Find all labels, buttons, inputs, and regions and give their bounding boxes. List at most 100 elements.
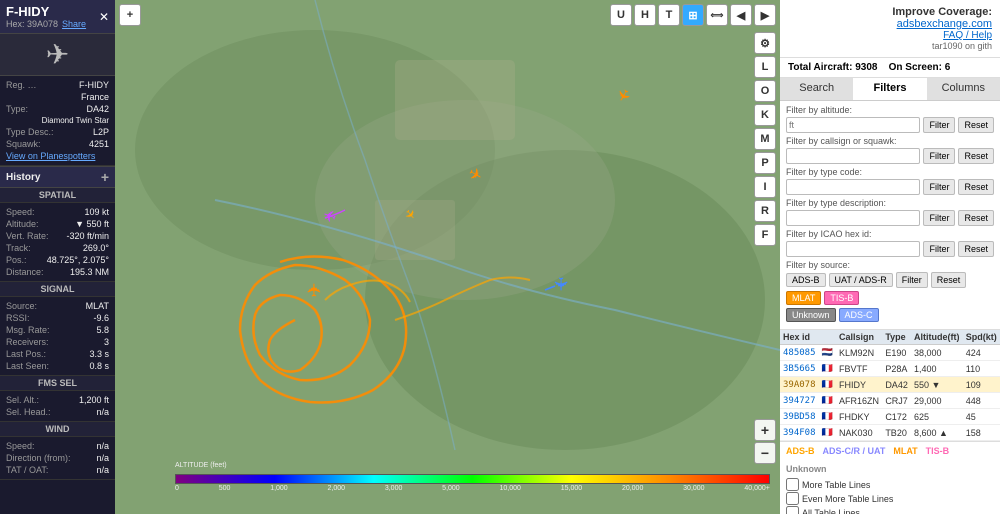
right-arrow-button[interactable]: ▶ [754,4,776,26]
r-button[interactable]: R [754,200,776,222]
all-lines-check[interactable] [786,506,799,514]
cell-callsign: NAK030 [836,425,882,441]
aircraft-orange3-icon[interactable]: ✈ [611,84,635,106]
l-button[interactable]: L [754,56,776,78]
wind-dir-value: n/a [96,453,109,463]
faq-link[interactable]: FAQ / Help [892,30,992,41]
left-panel: F-HIDY Hex: 39A078 Share ✕ ✈ Reg. … F-HI… [0,0,115,514]
icao-filter-input[interactable] [786,241,920,257]
map-area[interactable]: ✈ ✈ ✈ ✈ ✈ ✈ + U H T ⊞ ⟺ ◀ ▶ ⚙ L O K M P … [115,0,780,514]
callsign-filter-button[interactable]: Filter [923,148,955,164]
type-code-reset-button[interactable]: Reset [958,179,994,195]
aircraft-orange2-icon[interactable]: ✈ [464,163,486,187]
planespotters-link[interactable]: View on Planespotters [6,151,95,161]
h-button[interactable]: H [634,4,656,26]
receivers-label: Receivers: [6,337,49,347]
more-lines-checkbox[interactable]: More Table Lines [786,478,994,491]
history-add-button[interactable]: + [101,170,109,184]
aircraft-blue-icon[interactable]: ✈ [550,276,571,291]
aircraft-hex: Hex: 39A078 [6,19,58,29]
adsc-chip[interactable]: ADS-C [839,308,879,322]
uat-source-chip[interactable]: UAT / ADS-R [829,273,893,287]
unknown-chip[interactable]: Unknown [786,308,836,322]
msg-rate-value: 5.8 [96,325,109,335]
even-more-lines-check[interactable] [786,492,799,505]
history-section-header: History + [0,166,115,188]
table-row[interactable]: 394727 🇫🇷 AFR16ZN CRJ7 29,000 448 [780,393,1000,409]
callsign-reset-button[interactable]: Reset [958,148,994,164]
table-row[interactable]: 485085 🇳🇱 KLM92N E190 38,000 424 [780,345,1000,361]
source-filter-button[interactable]: Filter [896,272,928,288]
right-header: Improve Coverage: adsbexchange.com FAQ /… [780,0,1000,58]
type-code-filter-button[interactable]: Filter [923,179,955,195]
m-button[interactable]: M [754,128,776,150]
cell-flag: 🇳🇱 [819,345,836,361]
tab-search[interactable]: Search [780,78,853,100]
type-desc-reset-button[interactable]: Reset [958,210,994,226]
aircraft-purple-icon[interactable]: ✈ [320,203,339,226]
share-link[interactable]: Share [62,19,86,29]
close-button[interactable]: ✕ [99,10,109,24]
icao-reset-button[interactable]: Reset [958,241,994,257]
t-button[interactable]: T [658,4,680,26]
altitude-filter-button[interactable]: Filter [923,117,955,133]
cell-type: C172 [882,409,911,425]
altitude-filter-input[interactable] [786,117,920,133]
table-row[interactable]: 3B5665 🇫🇷 FBVTF P28A 1,400 110 [780,361,1000,377]
cell-flag: 🇫🇷 [819,425,836,441]
p-button[interactable]: P [754,152,776,174]
type-desc-filter-button[interactable]: Filter [923,210,955,226]
cell-hex: 3B5665 [780,361,819,377]
altitude-reset-button[interactable]: Reset [958,117,994,133]
callsign-filter-input[interactable] [786,148,920,164]
left-arrow-button[interactable]: ◀ [730,4,752,26]
total-aircraft-label: Total Aircraft: [788,62,852,73]
type-desc-filter-input[interactable] [786,210,920,226]
aircraft-fhidy-icon[interactable]: ✈ [305,282,326,297]
track-label: Track: [6,243,31,253]
u-button[interactable]: U [610,4,632,26]
zoom-out-button[interactable]: − [754,442,776,464]
cell-callsign: FBVTF [836,361,882,377]
tisb-chip[interactable]: TIS-B [824,291,859,305]
mlat-chip[interactable]: MLAT [786,291,821,305]
layers-button[interactable]: ⊞ [682,4,704,26]
f-button[interactable]: F [754,224,776,246]
aircraft-image: ✈ [0,34,115,76]
source-reset-button[interactable]: Reset [931,272,967,288]
even-more-lines-checkbox[interactable]: Even More Table Lines [786,492,994,505]
table-row[interactable]: 39A078 🇫🇷 FHIDY DA42 550 ▼ 109 [780,377,1000,393]
altitude-gradient [175,474,770,484]
wind-dir-label: Direction (from): [6,453,71,463]
tab-columns[interactable]: Columns [927,78,1000,100]
settings-button[interactable]: ⚙ [754,32,776,54]
i-button[interactable]: I [754,176,776,198]
more-lines-check[interactable] [786,478,799,491]
cell-speed: 109 [963,377,1000,393]
table-row[interactable]: 394F08 🇫🇷 NAK030 TB20 8,600 ▲ 158 [780,425,1000,441]
table-row[interactable]: 39BD58 🇫🇷 FHDKY C172 625 45 [780,409,1000,425]
aircraft-info: Reg. … F-HIDY France Type: DA42 Diamond … [0,76,115,166]
all-lines-checkbox[interactable]: All Table Lines [786,506,994,514]
cell-speed: 424 [963,345,1000,361]
col-hex: Hex id [780,330,819,345]
sel-alt-value: 1,200 ft [79,395,109,405]
aircraft-table-body: 485085 🇳🇱 KLM92N E190 38,000 424 3B5665 … [780,345,1000,441]
rssi-label: RSSI: [6,313,30,323]
adsb-source-chip[interactable]: ADS-B [786,273,826,287]
cell-flag: 🇫🇷 [819,377,836,393]
type-full-value: Diamond Twin Star [42,116,109,125]
tab-filters[interactable]: Filters [853,78,926,100]
cell-type: CRJ7 [882,393,911,409]
o-button[interactable]: O [754,80,776,102]
callsign-filter-label: Filter by callsign or squawk: [786,136,994,146]
k-button[interactable]: K [754,104,776,126]
arrows-button[interactable]: ⟺ [706,4,728,26]
source-label: Source: [6,301,37,311]
type-code-filter-input[interactable] [786,179,920,195]
aircraft-orange4-icon[interactable]: ✈ [400,206,419,225]
map-add-button[interactable]: + [119,4,141,26]
icao-filter-button[interactable]: Filter [923,241,955,257]
zoom-in-button[interactable]: + [754,419,776,441]
adsbexchange-link[interactable]: adsbexchange.com [892,18,992,30]
